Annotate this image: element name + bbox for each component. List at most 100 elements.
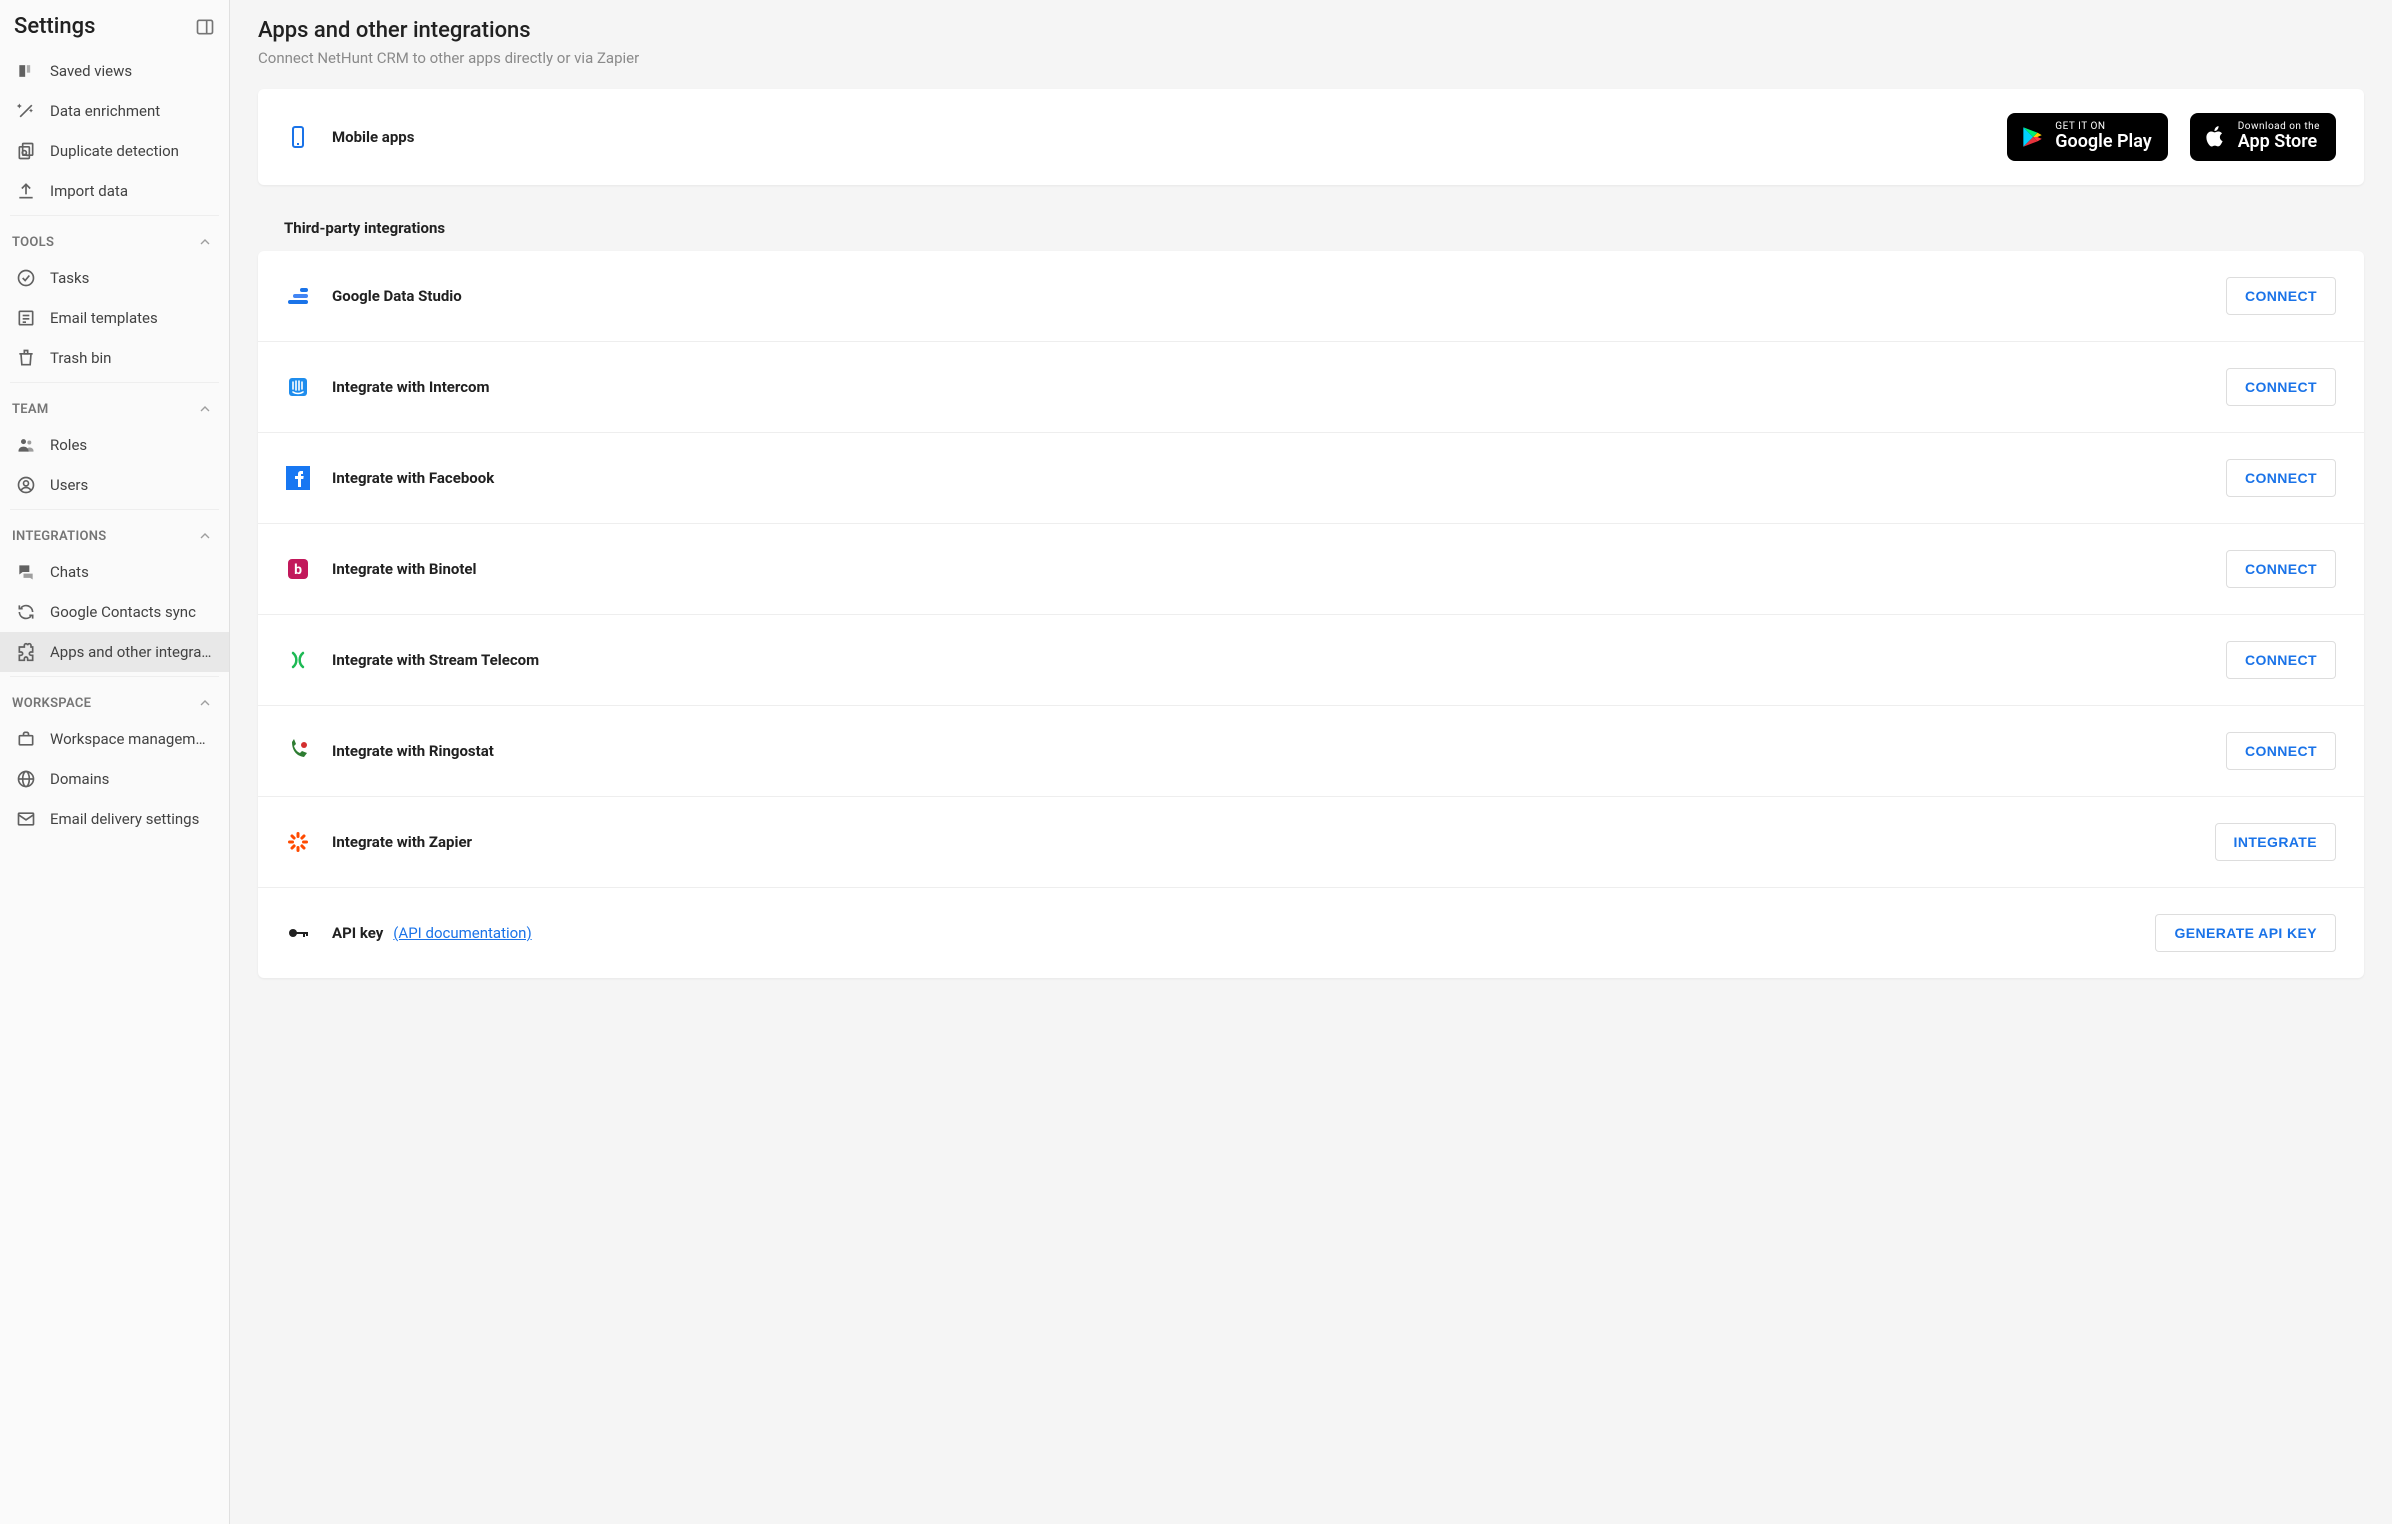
sidebar-section-workspace[interactable]: WORKSPACE [0, 681, 229, 719]
sidebar-item-label: Email templates [50, 309, 158, 327]
connect-button[interactable]: CONNECT [2226, 459, 2336, 497]
integrations-list: Google Data Studio CONNECT Integrate wit… [258, 251, 2364, 978]
collapse-panel-icon[interactable] [195, 17, 215, 37]
connect-button[interactable]: CONNECT [2226, 277, 2336, 315]
sidebar-item-users[interactable]: Users [0, 465, 229, 505]
sidebar-item-label: Saved views [50, 62, 132, 80]
sidebar-item-trash-bin[interactable]: Trash bin [0, 338, 229, 378]
sidebar-item-saved-views[interactable]: Saved views [0, 51, 229, 91]
divider [10, 676, 219, 677]
briefcase-icon [16, 729, 36, 749]
sidebar-item-chats[interactable]: Chats [0, 552, 229, 592]
integration-label: Integrate with Facebook [332, 469, 2204, 487]
sidebar-section-label: TEAM [12, 402, 49, 417]
sidebar-item-label: Apps and other integra… [50, 643, 211, 661]
divider [10, 215, 219, 216]
sidebar-section-integrations[interactable]: INTEGRATIONS [0, 514, 229, 552]
trash-icon [16, 348, 36, 368]
connect-button[interactable]: CONNECT [2226, 368, 2336, 406]
sidebar-section-tools[interactable]: TOOLS [0, 220, 229, 258]
sidebar-section-team[interactable]: TEAM [0, 387, 229, 425]
saved-views-icon [16, 61, 36, 81]
connect-button[interactable]: CONNECT [2226, 641, 2336, 679]
duplicate-icon [16, 141, 36, 161]
chevron-up-icon [197, 401, 213, 417]
chevron-up-icon [197, 695, 213, 711]
sync-icon [16, 602, 36, 622]
puzzle-icon [16, 642, 36, 662]
generate-api-key-button[interactable]: GENERATE API KEY [2155, 914, 2336, 952]
sidebar-section-label: WORKSPACE [12, 696, 91, 711]
mobile-apps-card: Mobile apps GET IT ON Google Play Downlo… [258, 89, 2364, 185]
sidebar-item-domains[interactable]: Domains [0, 759, 229, 799]
apple-icon [2202, 124, 2228, 150]
sidebar-item-label: Google Contacts sync [50, 603, 196, 621]
integration-label: Integrate with Binotel [332, 560, 2204, 578]
sidebar-item-label: Workspace manageme… [50, 730, 213, 748]
chat-icon [16, 562, 36, 582]
sidebar-item-google-contacts-sync[interactable]: Google Contacts sync [0, 592, 229, 632]
page-title: Apps and other integrations [258, 18, 2364, 43]
intercom-icon [286, 375, 310, 399]
integration-row-intercom: Integrate with Intercom CONNECT [258, 342, 2364, 433]
sidebar-item-label: Tasks [50, 269, 89, 287]
sidebar-item-roles[interactable]: Roles [0, 425, 229, 465]
sidebar-item-label: Users [50, 476, 88, 494]
chevron-up-icon [197, 528, 213, 544]
google-play-line2: Google Play [2055, 132, 2151, 153]
mobile-apps-label: Mobile apps [332, 128, 1985, 146]
divider [10, 509, 219, 510]
sidebar-item-label: Chats [50, 563, 89, 581]
sidebar-item-workspace-management[interactable]: Workspace manageme… [0, 719, 229, 759]
sidebar-item-data-enrichment[interactable]: Data enrichment [0, 91, 229, 131]
magic-wand-icon [16, 101, 36, 121]
integration-label: API key [332, 924, 383, 942]
sidebar-item-label: Import data [50, 182, 128, 200]
integration-label: Integrate with Intercom [332, 378, 2204, 396]
binotel-icon: b [286, 557, 310, 581]
google-play-icon [2019, 124, 2045, 150]
integration-row-zapier: Integrate with Zapier INTEGRATE [258, 797, 2364, 888]
sidebar-item-duplicate-detection[interactable]: Duplicate detection [0, 131, 229, 171]
stream-telecom-icon [286, 648, 310, 672]
integration-row-facebook: Integrate with Facebook CONNECT [258, 433, 2364, 524]
connect-button[interactable]: CONNECT [2226, 732, 2336, 770]
check-circle-icon [16, 268, 36, 288]
integration-row-stream-telecom: Integrate with Stream Telecom CONNECT [258, 615, 2364, 706]
google-data-studio-icon [286, 284, 310, 308]
integration-row-api-key: API key (API documentation) GENERATE API… [258, 888, 2364, 978]
user-icon [16, 475, 36, 495]
mobile-icon [286, 125, 310, 149]
sidebar-item-label: Trash bin [50, 349, 111, 367]
integrate-button[interactable]: INTEGRATE [2215, 823, 2336, 861]
integration-row-google-data-studio: Google Data Studio CONNECT [258, 251, 2364, 342]
integration-label: Integrate with Ringostat [332, 742, 2204, 760]
sidebar-item-import-data[interactable]: Import data [0, 171, 229, 211]
app-store-badge[interactable]: Download on the App Store [2190, 113, 2336, 161]
sidebar-item-email-templates[interactable]: Email templates [0, 298, 229, 338]
sidebar-item-apps-other-integrations[interactable]: Apps and other integra… [0, 632, 229, 672]
sidebar-item-tasks[interactable]: Tasks [0, 258, 229, 298]
integration-label: Integrate with Zapier [332, 833, 2193, 851]
integration-row-ringostat: Integrate with Ringostat CONNECT [258, 706, 2364, 797]
globe-icon [16, 769, 36, 789]
main-content: Apps and other integrations Connect NetH… [230, 0, 2392, 1524]
template-icon [16, 308, 36, 328]
chevron-up-icon [197, 234, 213, 250]
upload-icon [16, 181, 36, 201]
svg-text:b: b [294, 562, 302, 578]
api-documentation-link[interactable]: (API documentation) [393, 924, 531, 942]
sidebar: Settings Saved views Data enrichment Dup… [0, 0, 230, 1524]
sidebar-section-label: TOOLS [12, 235, 54, 250]
mail-settings-icon [16, 809, 36, 829]
sidebar-item-label: Email delivery settings [50, 810, 199, 828]
google-play-badge[interactable]: GET IT ON Google Play [2007, 113, 2167, 161]
sidebar-item-email-delivery-settings[interactable]: Email delivery settings [0, 799, 229, 839]
page-subtitle: Connect NetHunt CRM to other apps direct… [258, 49, 2364, 67]
sidebar-title: Settings [14, 14, 95, 39]
connect-button[interactable]: CONNECT [2226, 550, 2336, 588]
integration-row-binotel: b Integrate with Binotel CONNECT [258, 524, 2364, 615]
divider [10, 382, 219, 383]
sidebar-item-label: Domains [50, 770, 109, 788]
sidebar-section-label: INTEGRATIONS [12, 529, 107, 544]
